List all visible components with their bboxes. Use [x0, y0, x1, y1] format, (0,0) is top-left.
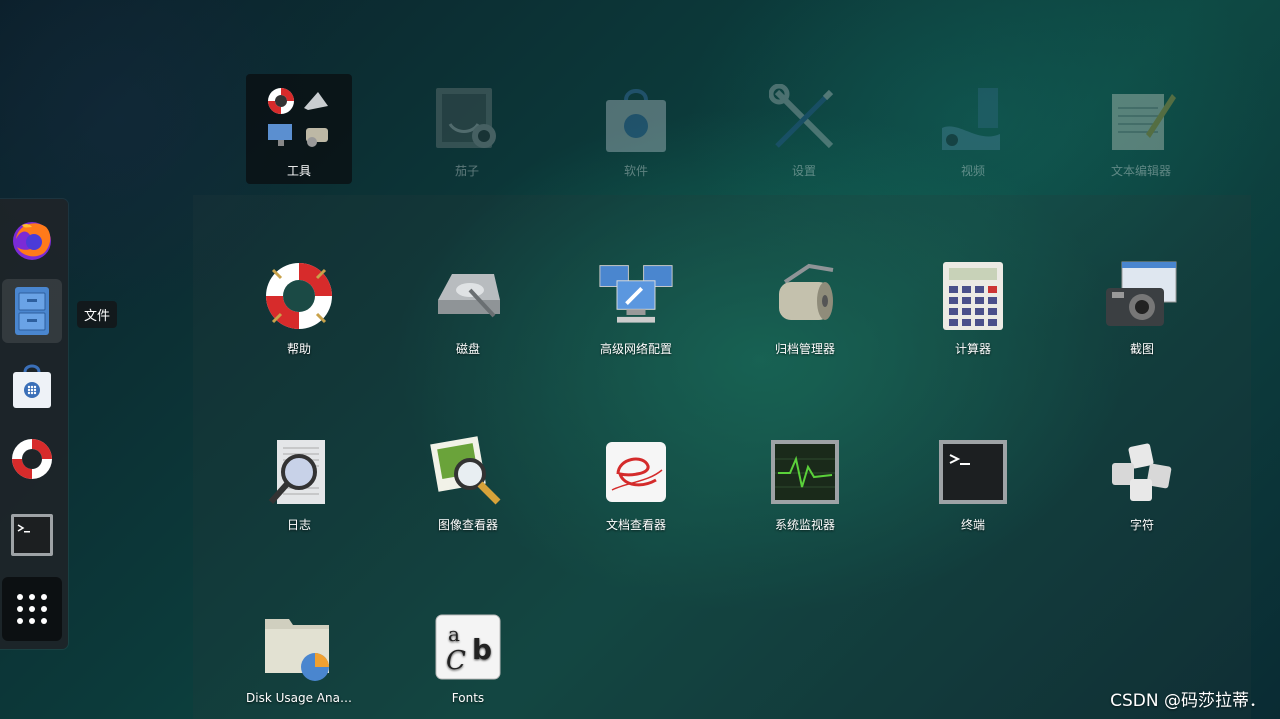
- folder-text-editor-preview: [1106, 82, 1176, 156]
- folder-label: 设置: [791, 164, 816, 178]
- app-disks[interactable]: 磁盘: [398, 258, 538, 368]
- watermark: CSDN @码莎拉蒂．: [1110, 691, 1266, 711]
- app-icon: [1104, 434, 1180, 510]
- archive-roller-icon: [779, 263, 834, 320]
- folder-label: 文本编辑器: [1110, 164, 1171, 178]
- app-icon: [935, 258, 1011, 334]
- network-icon: [599, 265, 673, 323]
- characters-icon: [1112, 443, 1172, 501]
- lifebuoy-icon: [12, 439, 52, 479]
- app-label: 终端: [960, 518, 985, 532]
- app-archive-manager[interactable]: 归档管理器: [735, 258, 875, 368]
- calculator-icon: [943, 262, 1003, 330]
- app-icon: [598, 434, 674, 510]
- app-help[interactable]: 帮助: [229, 258, 369, 368]
- wrench-screwdriver-icon: [769, 84, 834, 149]
- app-label: 高级网络配置: [599, 342, 672, 356]
- software-bag-icon: [606, 89, 666, 152]
- app-fonts[interactable]: a C b Fonts: [398, 609, 538, 719]
- app-label: 图像查看器: [437, 518, 498, 532]
- app-system-monitor[interactable]: 系统监视器: [735, 434, 875, 544]
- folder-settings[interactable]: 设置: [751, 74, 857, 184]
- app-label: 系统监视器: [774, 518, 835, 532]
- show-applications-button[interactable]: [2, 577, 62, 641]
- app-screenshot[interactable]: 截图: [1072, 258, 1212, 368]
- app-icon: [261, 258, 337, 334]
- folder-label: 视频: [960, 164, 985, 178]
- dash: [0, 199, 68, 649]
- app-calculator[interactable]: 计算器: [903, 258, 1043, 368]
- text-editor-icon: [1112, 94, 1176, 150]
- app-terminal[interactable]: 终端: [903, 434, 1043, 544]
- folder-label: 软件: [623, 164, 648, 178]
- app-disk-usage-analyzer[interactable]: Disk Usage Ana…: [229, 609, 369, 719]
- svg-text:a: a: [448, 622, 460, 646]
- terminal-icon: [939, 440, 1007, 504]
- app-icon: [430, 258, 506, 334]
- app-label: 计算器: [954, 342, 991, 356]
- folder-text-editor[interactable]: 文本编辑器: [1088, 74, 1194, 184]
- files-cabinet-icon: [15, 287, 49, 335]
- app-label: Fonts: [451, 691, 485, 705]
- app-label: Disk Usage Ana…: [246, 691, 352, 705]
- app-icon: [261, 609, 337, 685]
- folder-software-preview: [601, 82, 671, 156]
- fonts-icon: a C b: [435, 614, 501, 680]
- software-bag-icon: [13, 364, 51, 408]
- lifebuoy-icon: [266, 263, 332, 329]
- app-network[interactable]: 高级网络配置: [566, 258, 706, 368]
- folder-videos-preview: [938, 82, 1008, 156]
- cheese-webcam-icon: [436, 88, 496, 148]
- dash-software[interactable]: [2, 353, 62, 417]
- app-logs[interactable]: 日志: [229, 434, 369, 544]
- logs-icon: [268, 440, 325, 504]
- folder-cheese-preview: [432, 82, 502, 156]
- dash-files[interactable]: [2, 279, 62, 343]
- disk-usage-icon: [265, 619, 329, 681]
- folder-cheese[interactable]: 茄子: [414, 74, 520, 184]
- dash-help[interactable]: [2, 427, 62, 491]
- app-image-viewer[interactable]: 图像查看器: [398, 434, 538, 544]
- app-icon: [767, 258, 843, 334]
- app-icon: a C b: [430, 609, 506, 685]
- app-label: 字符: [1129, 518, 1154, 532]
- folder-label: 工具: [286, 164, 311, 178]
- app-icon: [767, 434, 843, 510]
- app-icon: [1104, 258, 1180, 334]
- firefox-icon: [13, 222, 51, 260]
- svg-text:b: b: [472, 633, 492, 666]
- app-label: 归档管理器: [774, 342, 835, 356]
- app-label: 日志: [286, 518, 311, 532]
- folder-videos[interactable]: 视频: [920, 74, 1026, 184]
- terminal-icon: [11, 514, 53, 556]
- app-label: 文档查看器: [605, 518, 666, 532]
- app-icon: [598, 258, 674, 334]
- dash-firefox[interactable]: [2, 207, 62, 271]
- app-grid-icon: [17, 594, 47, 624]
- dash-terminal[interactable]: [2, 503, 62, 567]
- video-film-icon: [942, 88, 1000, 150]
- app-icon: [261, 434, 337, 510]
- svg-text:C: C: [446, 646, 466, 676]
- tools-folder-preview-icon: [268, 88, 328, 147]
- folder-tools-preview: [264, 82, 334, 156]
- folder-software[interactable]: 软件: [583, 74, 689, 184]
- hard-disk-icon: [438, 274, 500, 318]
- camera-icon: [1106, 261, 1177, 326]
- document-viewer-icon: [606, 442, 666, 502]
- folder-tools[interactable]: 工具: [246, 74, 352, 184]
- app-icon: [935, 434, 1011, 510]
- system-monitor-icon: [771, 440, 839, 504]
- image-viewer-icon: [430, 436, 501, 505]
- app-icon: [430, 434, 506, 510]
- folder-label: 茄子: [454, 164, 479, 178]
- folder-settings-preview: [769, 82, 839, 156]
- app-label: 磁盘: [455, 342, 480, 356]
- app-document-viewer[interactable]: 文档查看器: [566, 434, 706, 544]
- app-label: 截图: [1129, 342, 1154, 356]
- app-label: 帮助: [286, 342, 311, 356]
- app-characters[interactable]: 字符: [1072, 434, 1212, 544]
- dash-tooltip: 文件: [77, 301, 118, 328]
